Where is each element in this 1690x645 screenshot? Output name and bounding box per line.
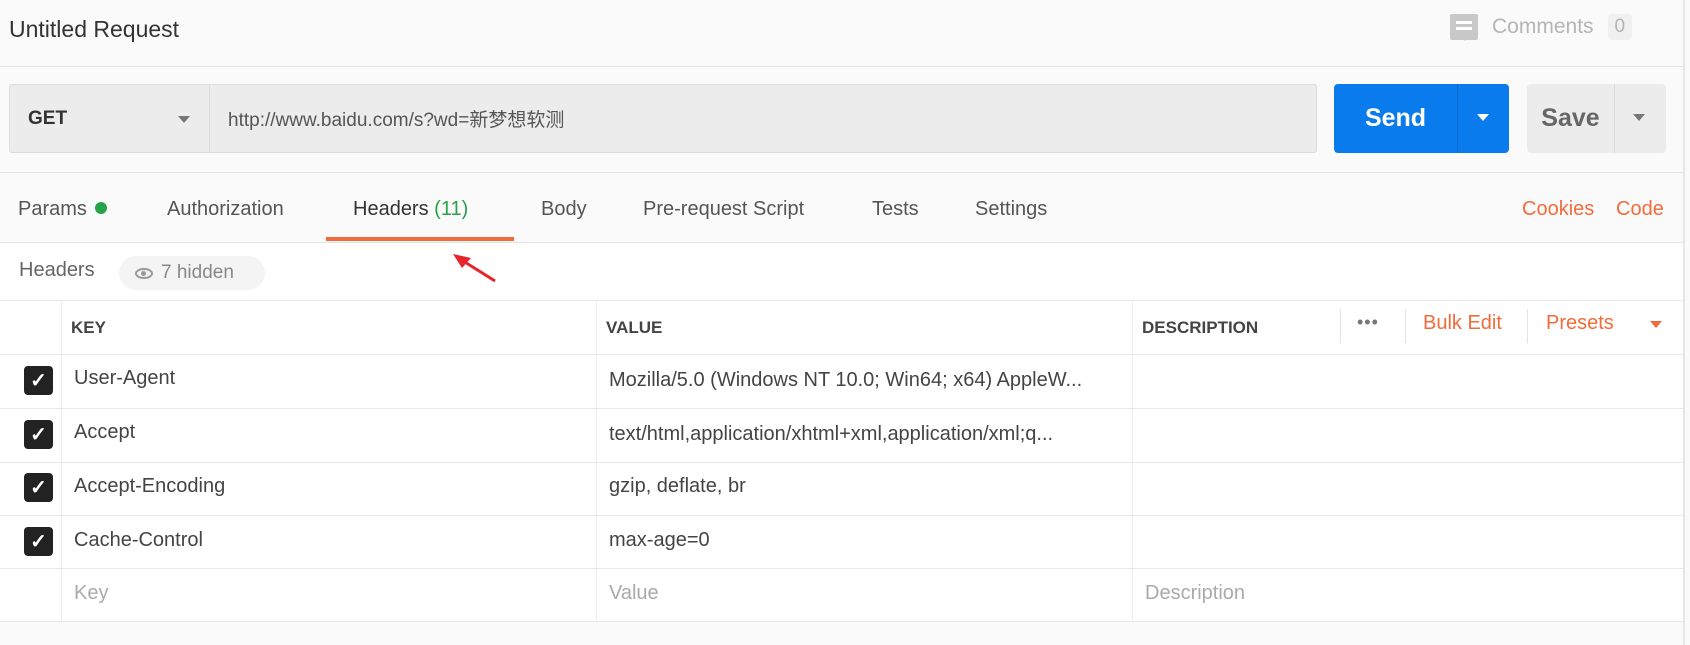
send-button[interactable]: Send [1334,84,1509,153]
row-checkbox[interactable]: ✓ [24,366,53,395]
row-checkbox[interactable]: ✓ [24,473,53,502]
tab-headers[interactable]: Headers (11) [353,198,468,221]
header-value[interactable]: Mozilla/5.0 (Windows NT 10.0; Win64; x64… [609,369,1082,392]
column-header-key: KEY [71,318,106,337]
chevron-down-icon [1650,321,1662,334]
save-options-chevron-icon[interactable] [1633,114,1645,127]
row-checkbox[interactable]: ✓ [24,527,53,556]
cookies-link[interactable]: Cookies [1522,198,1594,221]
tab-tests[interactable]: Tests [872,198,919,221]
divider [1527,309,1528,343]
header-key[interactable]: Accept [74,421,135,444]
comments-label: Comments [1492,15,1594,38]
tab-pre-request-script[interactable]: Pre-request Script [643,198,804,221]
request-title[interactable]: Untitled Request [9,16,179,43]
header-key[interactable]: User-Agent [74,367,175,390]
headers-section-title: Headers [19,259,95,281]
header-value[interactable]: text/html,application/xhtml+xml,applicat… [609,423,1053,446]
method-value: GET [28,107,68,129]
divider [1614,84,1615,153]
column-header-value: VALUE [606,318,663,337]
divider [1457,84,1458,153]
more-options-button[interactable]: ••• [1357,312,1379,333]
active-tab-indicator [326,237,514,241]
divider [1405,309,1406,343]
tab-settings[interactable]: Settings [975,198,1047,221]
row-checkbox[interactable]: ✓ [24,420,53,449]
divider [1340,309,1341,343]
params-status-dot [94,202,107,214]
comment-icon [1450,14,1478,41]
annotation-arrow-icon [453,254,496,283]
divider [0,354,1683,355]
save-button[interactable]: Save [1527,84,1666,153]
divider [0,462,1683,463]
column-header-description: DESCRIPTION [1142,318,1259,337]
column-divider [1132,300,1133,622]
chevron-down-icon [178,116,190,129]
divider [0,172,1683,173]
tab-authorization[interactable]: Authorization [167,198,284,221]
header-key[interactable]: Accept-Encoding [74,475,225,498]
column-divider [61,300,62,622]
divider [0,568,1683,569]
save-label: Save [1541,104,1600,132]
tab-body[interactable]: Body [541,198,587,221]
header-value[interactable]: gzip, deflate, br [609,475,746,498]
presets-button[interactable]: Presets [1546,312,1662,335]
header-key[interactable]: Cache-Control [74,529,203,552]
divider [0,621,1683,622]
tab-params[interactable]: Params [18,198,107,221]
divider [0,66,1683,67]
method-select[interactable]: GET [9,84,210,153]
new-description-input[interactable]: Description [1145,582,1245,605]
divider [0,515,1683,516]
new-value-input[interactable]: Value [609,582,659,605]
comments-button[interactable]: Comments 0 [1450,14,1633,41]
send-options-chevron-icon[interactable] [1477,114,1489,127]
eye-icon [135,267,153,279]
scrollbar-track [1683,0,1685,645]
header-value[interactable]: max-age=0 [609,529,710,552]
hidden-headers-toggle[interactable]: 7 hidden [119,256,265,290]
new-key-input[interactable]: Key [74,582,108,605]
divider [0,300,1683,301]
column-divider [596,300,597,622]
hidden-count: 7 hidden [161,262,234,283]
url-input[interactable]: http://www.baidu.com/s?wd=新梦想软测 [210,84,1317,153]
bulk-edit-button[interactable]: Bulk Edit [1423,312,1502,335]
comments-count: 0 [1607,14,1633,40]
code-link[interactable]: Code [1616,198,1664,221]
divider [0,408,1683,409]
send-label: Send [1364,104,1427,132]
